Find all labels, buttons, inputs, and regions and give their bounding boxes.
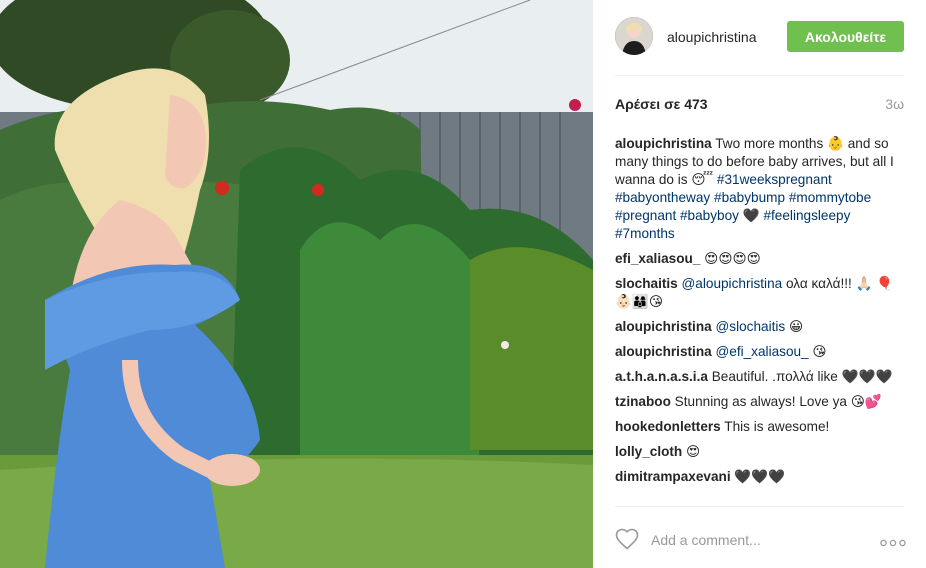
comment-text: This is awesome! xyxy=(724,419,830,434)
caption-username[interactable]: aloupichristina xyxy=(615,136,712,151)
comment-mention[interactable]: @efi_xaliasou_ xyxy=(715,344,808,359)
comment-mention[interactable]: @slochaitis xyxy=(715,319,785,334)
comment-item: tzinaboo Stunning as always! Love ya 😘💕 xyxy=(615,393,907,411)
comment-item: hookedonletters This is awesome! xyxy=(615,418,907,436)
comment-item: efi_xaliasou_ 😍😍😍😍 xyxy=(615,250,907,268)
post-sidebar: aloupichristina Ακολουθείτε Αρέσει σε 47… xyxy=(593,0,926,568)
comment-text: 😘 xyxy=(812,344,827,359)
comment-text: 😍 xyxy=(686,444,701,459)
post-header: aloupichristina Ακολουθείτε xyxy=(593,0,926,76)
comment-text: 😀 xyxy=(788,319,804,334)
comment-username[interactable]: aloupichristina xyxy=(615,319,712,334)
comment-item: dimitrampaxevani 🖤🖤🖤 xyxy=(615,468,907,486)
comment-mention[interactable]: @aloupichristina xyxy=(682,276,783,291)
avatar-image xyxy=(615,17,653,55)
post-author-username[interactable]: aloupichristina xyxy=(667,29,757,45)
instagram-post: aloupichristina Ακολουθείτε Αρέσει σε 47… xyxy=(0,0,926,568)
comment-item: slochaitis @aloupichristina ολα καλά!!! … xyxy=(615,275,907,311)
header-divider xyxy=(615,75,904,76)
caption: aloupichristina Two more months 👶️ and s… xyxy=(615,135,907,243)
heart-outline-icon[interactable] xyxy=(615,528,639,550)
comment-username[interactable]: slochaitis xyxy=(615,276,678,291)
comment-username[interactable]: efi_xaliasou_ xyxy=(615,251,700,266)
comment-item: lolly_cloth 😍 xyxy=(615,443,907,461)
avatar[interactable] xyxy=(615,17,653,55)
comment-text: Stunning as always! Love ya 😘💕 xyxy=(674,394,882,409)
comment-text: 🖤🖤🖤 xyxy=(734,469,786,484)
caption-heart: 🖤 xyxy=(742,208,760,223)
comment-text: Beautiful. .πολλά like 🖤🖤🖤 xyxy=(711,369,893,384)
post-timestamp[interactable]: 3ω xyxy=(885,96,904,112)
likes-row: Αρέσει σε 473 3ω xyxy=(615,96,904,114)
comment-username[interactable]: a.t.h.a.n.a.s.i.a xyxy=(615,369,708,384)
post-photo[interactable] xyxy=(0,0,593,568)
add-comment-input[interactable]: Add a comment... xyxy=(651,532,761,548)
comment-username[interactable]: dimitrampaxevani xyxy=(615,469,731,484)
following-button[interactable]: Ακολουθείτε xyxy=(787,21,904,52)
more-options-icon[interactable] xyxy=(880,534,906,547)
comment-item: aloupichristina @efi_xaliasou_ 😘 xyxy=(615,343,907,361)
comment-footer: Add a comment... xyxy=(593,506,926,568)
comment-username[interactable]: lolly_cloth xyxy=(615,444,682,459)
comment-username[interactable]: aloupichristina xyxy=(615,344,712,359)
comment-username[interactable]: tzinaboo xyxy=(615,394,671,409)
comment-item: aloupichristina @slochaitis 😀 xyxy=(615,318,907,336)
photo-illustration xyxy=(0,0,593,568)
likes-count[interactable]: Αρέσει σε 473 xyxy=(615,96,708,112)
comment-username[interactable]: hookedonletters xyxy=(615,419,721,434)
comments-list: aloupichristina Two more months 👶️ and s… xyxy=(615,135,907,493)
comment-item: a.t.h.a.n.a.s.i.a Beautiful. .πολλά like… xyxy=(615,368,907,386)
comment-text: 😍😍😍😍 xyxy=(704,251,761,266)
